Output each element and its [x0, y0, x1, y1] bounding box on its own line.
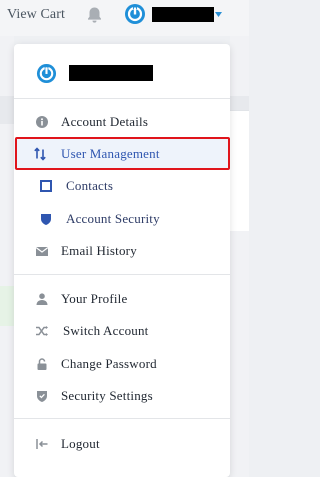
menu-item-change-password[interactable]: Change Password — [14, 349, 230, 379]
menu-item-user-management[interactable]: User Management — [14, 139, 230, 169]
info-icon — [36, 116, 48, 128]
menu-item-label: Contacts — [66, 178, 114, 193]
divider — [14, 274, 230, 275]
menu-item-label: Your Profile — [61, 291, 128, 306]
menu-item-switch-account[interactable]: Switch Account — [14, 316, 230, 346]
menu-item-label: User Management — [61, 146, 160, 161]
brand-logo-icon[interactable] — [124, 3, 146, 25]
shield-icon — [41, 214, 51, 225]
brand-logo-icon — [36, 63, 57, 84]
lock-icon — [37, 358, 47, 370]
page-card-fragment — [230, 110, 249, 231]
logout-icon — [36, 439, 48, 449]
view-cart-link[interactable]: View Cart — [7, 7, 65, 23]
menu-item-label: Account Details — [61, 114, 149, 129]
divider — [14, 98, 230, 99]
account-dropdown-menu: Account Details User Management Contacts… — [14, 44, 230, 477]
caret-down-icon[interactable] — [215, 12, 222, 17]
bell-icon[interactable] — [86, 6, 103, 24]
account-name-redacted[interactable] — [152, 7, 214, 22]
menu-item-label: Switch Account — [63, 323, 149, 338]
menu-item-account-details[interactable]: Account Details — [14, 107, 230, 137]
sort-arrows-icon — [34, 147, 46, 161]
menu-item-label: Change Password — [61, 356, 157, 371]
menu-item-label: Security Settings — [61, 388, 153, 403]
menu-item-contacts[interactable]: Contacts — [14, 171, 230, 201]
menu-item-label: Account Security — [66, 211, 160, 226]
square-icon — [40, 180, 52, 192]
menu-item-email-history[interactable]: Email History — [14, 236, 230, 266]
user-icon — [36, 293, 48, 305]
menu-item-security-settings[interactable]: Security Settings — [14, 381, 230, 411]
divider — [14, 418, 230, 419]
menu-item-your-profile[interactable]: Your Profile — [14, 284, 230, 314]
shield-check-icon — [37, 391, 47, 402]
shuffle-icon — [36, 326, 48, 336]
menu-item-logout[interactable]: Logout — [14, 429, 230, 459]
page-alert-fragment — [0, 286, 14, 326]
menu-item-account-security[interactable]: Account Security — [14, 204, 230, 234]
account-name-redacted — [69, 65, 153, 81]
envelope-icon — [35, 247, 49, 256]
menu-item-label: Email History — [61, 243, 137, 258]
menu-item-label: Logout — [61, 436, 100, 451]
